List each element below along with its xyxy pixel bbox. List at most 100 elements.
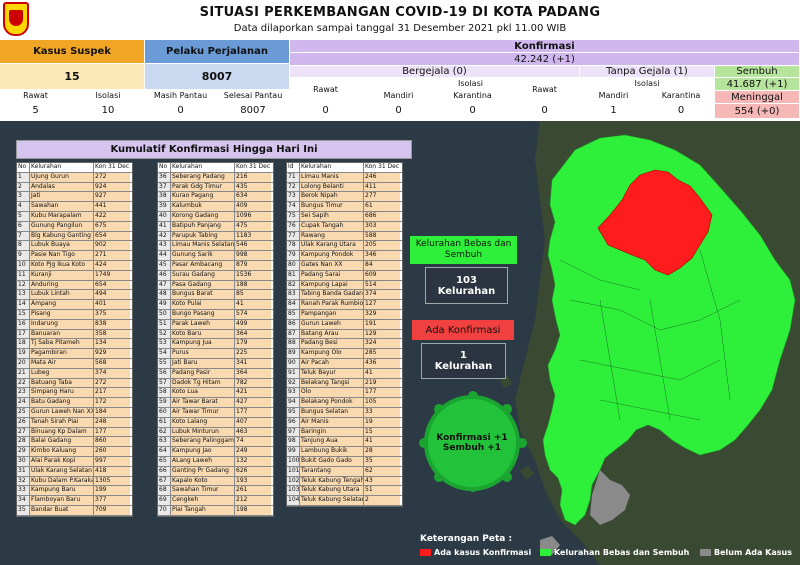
table-row: 104 Teluk Kabung Selatan 2	[287, 496, 402, 506]
cell-kelurahan: Indarung	[30, 319, 94, 329]
table-row: 29 Kimbo Kaluang 260	[17, 447, 132, 457]
virus-line1: Konfirmasi +1	[436, 433, 508, 443]
cell-no: 30	[17, 456, 30, 466]
cell-value: 514	[364, 280, 400, 290]
cell-kelurahan: Banuaran	[30, 329, 94, 339]
cell-value: 198	[235, 505, 271, 515]
cell-no: 37	[158, 182, 171, 192]
pelaku-masih-value: 0	[145, 102, 217, 119]
table-row: 59 Air Tawar Barat 427	[158, 398, 273, 408]
cell-no: 29	[17, 447, 30, 456]
cell-kelurahan: Anduring	[30, 280, 94, 290]
cell-no: 47	[158, 280, 171, 290]
cell-no: 87	[287, 329, 300, 339]
cell-kelurahan: Jati	[30, 192, 94, 202]
table-row: 21 Lubeg 374	[17, 368, 132, 379]
cell-value: 568	[94, 358, 130, 368]
virus-line2: Sembuh +1	[442, 443, 502, 453]
table-row: 6 Gunung Pangilun 675	[17, 221, 132, 232]
cell-no: 2	[17, 182, 30, 192]
cell-no: 54	[158, 349, 171, 358]
table-row: 86 Gurun Laweh 191	[287, 319, 402, 330]
cell-no: 12	[17, 280, 30, 290]
cell-kelurahan: Pasar Ambacang	[171, 260, 235, 270]
cell-value: 179	[235, 339, 271, 349]
table-row: 78 Ulak Karang Utara 205	[287, 241, 402, 252]
cell-kelurahan: Mata Air	[30, 358, 94, 368]
cell-kelurahan: Seberang Palinggam	[171, 437, 235, 447]
cell-no: 39	[158, 202, 171, 211]
table-row: 93 Olo 177	[287, 388, 402, 399]
cell-value: 15	[364, 427, 400, 437]
cell-no: 35	[17, 505, 30, 515]
cell-value: 463	[235, 427, 271, 437]
bebas-value: 103	[456, 274, 477, 286]
table-row: 4 Sawahan 441	[17, 202, 132, 212]
cell-kelurahan: Teluk Kabung Tengah	[300, 476, 364, 486]
suspek-isolasi-value: 10	[72, 102, 145, 119]
cell-no: 92	[287, 378, 300, 388]
cell-no: 48	[158, 290, 171, 300]
cell-value: 654	[94, 231, 130, 241]
cell-kelurahan: Ganting Pr Gadang	[171, 466, 235, 476]
cell-no: 31	[17, 466, 30, 476]
kelurahan-table-1: No Kelurahan Kon 31 Dec 1 Ujung Gurun 272 2 An…	[16, 162, 133, 517]
cell-no: 72	[287, 182, 300, 192]
cell-value: 132	[235, 456, 271, 466]
cell-no: 4	[17, 202, 30, 211]
cell-kelurahan: Batipuh Panjang	[171, 221, 235, 231]
cell-no: 9	[17, 251, 30, 260]
cell-no: 24	[17, 398, 30, 407]
table-row: 89 Kampung Olo 285	[287, 349, 402, 359]
cell-kelurahan: Kampung Jua	[171, 339, 235, 349]
cell-kelurahan: Belakang Tangsi	[300, 378, 364, 388]
table-row: 30 Alai Parak Kopi 997	[17, 456, 132, 467]
cell-value: 574	[235, 309, 271, 319]
cell-no: 49	[158, 300, 171, 309]
table-row: 57 Dadok Tg Hitam 782	[158, 378, 273, 389]
cell-value: 1536	[235, 270, 271, 280]
table-row: 45 Pasar Ambacang 879	[158, 260, 273, 271]
cell-kelurahan: Kampung Lapai	[300, 280, 364, 290]
cell-value: 272	[94, 172, 130, 182]
bergejala-mandiri-label: Mandiri	[362, 90, 436, 102]
cell-value: 407	[235, 417, 271, 427]
cell-no: 66	[158, 466, 171, 476]
cell-kelurahan: Batang Arau	[300, 329, 364, 339]
cell-kelurahan: Cupak Tangah	[300, 221, 364, 231]
cell-value: 219	[364, 378, 400, 388]
table-row: 87 Batang Arau 129	[287, 329, 402, 340]
table-row: 34 Flamboyan Baru 377	[17, 496, 132, 506]
cell-no: 76	[287, 221, 300, 231]
cell-kelurahan: Korong Gadang	[171, 211, 235, 221]
table-row: 98 Tanjung Aua 41	[287, 437, 402, 448]
table-row: 60 Air Tawar Timur 177	[158, 407, 273, 418]
cell-no: 8	[17, 241, 30, 251]
table-row: 76 Cupak Tangah 303	[287, 221, 402, 232]
cell-no: 90	[287, 358, 300, 368]
table-row: 71 Limau Manis 246	[287, 172, 402, 183]
suspek-isolasi-label: Isolasi	[72, 90, 145, 102]
cell-value: 494	[94, 290, 130, 300]
cell-value: 782	[235, 378, 271, 388]
cell-value: 329	[364, 309, 400, 319]
cell-value: 129	[364, 329, 400, 339]
table-row: 14 Ampang 401	[17, 300, 132, 310]
cell-kelurahan: Air Tawar Timur	[171, 407, 235, 417]
cell-kelurahan: Bungus Barat	[171, 290, 235, 300]
cell-value: 2	[364, 496, 400, 505]
cell-no: 23	[17, 388, 30, 398]
cell-kelurahan: Air Manis	[300, 417, 364, 427]
table-row: 31 Ulak Karang Selatan 418	[17, 466, 132, 477]
cell-value: 193	[235, 476, 271, 486]
cell-value: 499	[235, 319, 271, 329]
cell-no: 83	[287, 290, 300, 300]
cell-value: 902	[94, 241, 130, 251]
pelaku-masih-label: Masih Pantau	[145, 90, 217, 102]
table-row: 69 Cengkeh 212	[158, 496, 273, 506]
cell-no: 17	[17, 329, 30, 339]
cell-value: 324	[364, 339, 400, 349]
cell-no: 46	[158, 270, 171, 280]
cell-value: 61	[364, 202, 400, 211]
cell-value: 424	[94, 260, 130, 270]
